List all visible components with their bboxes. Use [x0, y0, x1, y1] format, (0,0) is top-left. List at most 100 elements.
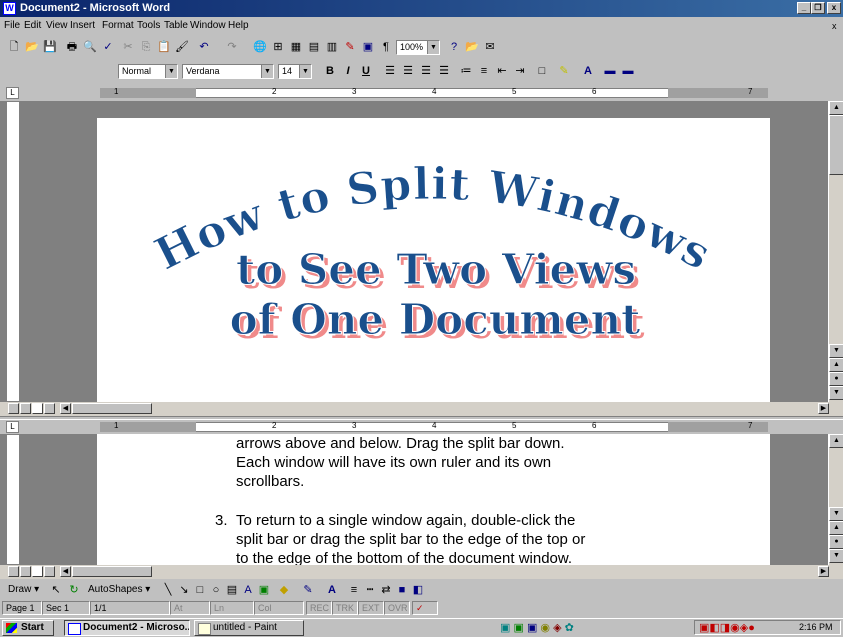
document-page-top[interactable]: How to Split Windows How to Split Window…: [97, 118, 770, 402]
cut-icon[interactable]: ✂: [120, 39, 136, 55]
menu-insert[interactable]: Insert: [70, 20, 95, 31]
scroll-right-icon[interactable]: ▶: [818, 566, 829, 577]
free-rotate-icon[interactable]: ↻: [66, 582, 82, 598]
horizontal-scrollbar-top[interactable]: ◀ ▶: [0, 402, 843, 416]
line-color-icon[interactable]: ✎: [300, 582, 316, 598]
scroll-right-icon[interactable]: ▶: [818, 403, 829, 414]
horizontal-thumb[interactable]: [72, 566, 152, 577]
menu-file[interactable]: File: [4, 20, 20, 31]
close-button[interactable]: x: [827, 2, 841, 14]
decrease-indent-icon[interactable]: ⇤: [494, 63, 510, 79]
print-layout-button[interactable]: [32, 403, 43, 414]
paste-icon[interactable]: 📋: [156, 39, 172, 55]
tab-selector-icon[interactable]: L: [6, 421, 19, 433]
undo-icon[interactable]: ↶: [196, 39, 212, 55]
normal-view-button[interactable]: [8, 403, 19, 414]
fill-color-icon[interactable]: ◆: [276, 582, 292, 598]
hyperlink-icon[interactable]: 🌐: [252, 39, 268, 55]
quick-launch-icon[interactable]: ▣: [500, 622, 510, 634]
align-center-icon[interactable]: ☰: [400, 63, 416, 79]
spelling-status-icon[interactable]: ✓: [412, 601, 438, 615]
horizontal-ruler-bottom[interactable]: L 1 2 3 4 5 6 7: [0, 420, 843, 434]
web-layout-button[interactable]: [20, 566, 31, 577]
wordart-icon[interactable]: A: [240, 582, 256, 598]
document-page-bottom[interactable]: arrows above and below. Drag the split b…: [97, 434, 770, 565]
vertical-scrollbar-bottom[interactable]: ▲ ▼ ▲ ● ▼: [828, 434, 843, 565]
oval-icon[interactable]: ○: [208, 582, 224, 598]
3d-icon[interactable]: ◧: [410, 582, 426, 598]
restore-button[interactable]: ❐: [811, 2, 825, 14]
print-layout-button[interactable]: [32, 566, 43, 577]
font-color-icon[interactable]: A: [580, 63, 596, 79]
menu-table[interactable]: Table: [164, 20, 188, 31]
scroll-up-icon[interactable]: ▲: [829, 434, 843, 448]
horizontal-scrollbar-bottom[interactable]: ◀ ▶: [0, 565, 843, 579]
zoom-select[interactable]: 100% ▼: [396, 40, 440, 55]
justify-icon[interactable]: ☰: [436, 63, 452, 79]
menu-window[interactable]: Window: [190, 20, 226, 31]
select-browse-object-icon[interactable]: ●: [829, 372, 843, 386]
arrow-icon[interactable]: ↘: [176, 582, 192, 598]
previous-page-icon[interactable]: ▲: [829, 358, 843, 372]
tables-borders-icon[interactable]: ⊞: [270, 39, 286, 55]
doc-close-icon[interactable]: x: [832, 21, 837, 31]
style-select[interactable]: Normal ▼: [118, 64, 178, 79]
columns-icon[interactable]: ▥: [324, 39, 340, 55]
highlight-icon[interactable]: ✎: [556, 63, 572, 79]
arrow-style-icon[interactable]: ⇄: [378, 582, 394, 598]
spelling-icon[interactable]: ✓: [100, 39, 116, 55]
horizontal-ruler-top[interactable]: L 1 2 3 4 5 6 7: [0, 86, 843, 100]
open-folder-icon[interactable]: 📂: [24, 39, 40, 55]
web-layout-button[interactable]: [20, 403, 31, 414]
numbering-icon[interactable]: ≔: [458, 63, 474, 79]
format-painter-icon[interactable]: 🖌: [174, 39, 190, 55]
tab-selector-icon[interactable]: L: [6, 87, 19, 99]
autoshapes-menu[interactable]: AutoShapes ▾: [88, 584, 150, 595]
scroll-down-icon[interactable]: ▼: [829, 507, 843, 521]
scroll-down-icon[interactable]: ▼: [829, 344, 843, 358]
next-page-icon[interactable]: ▼: [829, 386, 843, 400]
status-rec[interactable]: REC: [306, 601, 332, 615]
outline-view-button[interactable]: [44, 403, 55, 414]
status-ext[interactable]: EXT: [358, 601, 384, 615]
status-ovr[interactable]: OVR: [384, 601, 410, 615]
increase-indent-icon[interactable]: ⇥: [512, 63, 528, 79]
wordart-graphic[interactable]: How to Split Windows How to Split Window…: [97, 118, 770, 402]
toolbar-extra-icon[interactable]: ▬: [620, 63, 636, 79]
help-icon[interactable]: ?: [446, 39, 462, 55]
draw-menu[interactable]: Draw ▾: [8, 584, 39, 595]
menu-format[interactable]: Format: [102, 20, 134, 31]
align-right-icon[interactable]: ☰: [418, 63, 434, 79]
clock[interactable]: 2:16 PM: [799, 622, 833, 632]
normal-view-button[interactable]: [8, 566, 19, 577]
align-left-icon[interactable]: ☰: [382, 63, 398, 79]
toolbar-extra-icon[interactable]: ▬: [602, 63, 618, 79]
vertical-ruler-top[interactable]: [6, 101, 20, 402]
scroll-left-icon[interactable]: ◀: [60, 566, 71, 577]
outline-view-button[interactable]: [44, 566, 55, 577]
document-map-icon[interactable]: ▣: [360, 39, 376, 55]
insert-excel-icon[interactable]: ▤: [306, 39, 322, 55]
tray-icons[interactable]: ▣◧◨◉◈●: [699, 621, 755, 634]
quick-launch-icon[interactable]: ▣: [513, 622, 523, 634]
select-browse-object-icon[interactable]: ●: [829, 535, 843, 549]
scroll-left-icon[interactable]: ◀: [60, 403, 71, 414]
scroll-thumb[interactable]: [829, 115, 843, 175]
menu-tools[interactable]: Tools: [137, 20, 160, 31]
italic-button[interactable]: I: [340, 63, 356, 79]
quick-launch-icon[interactable]: ▣: [527, 622, 537, 634]
status-trk[interactable]: TRK: [332, 601, 358, 615]
scroll-up-icon[interactable]: ▲: [829, 101, 843, 115]
copy-icon[interactable]: ⎘: [138, 39, 154, 55]
show-hide-icon[interactable]: ¶: [378, 39, 394, 55]
quick-launch-icon[interactable]: ◈: [553, 622, 561, 634]
bold-button[interactable]: B: [322, 63, 338, 79]
mail-icon[interactable]: ✉: [482, 39, 498, 55]
drawing-icon[interactable]: ✎: [342, 39, 358, 55]
redo-icon[interactable]: ↷: [224, 39, 240, 55]
quick-launch-icon[interactable]: ◉: [540, 622, 550, 634]
task-paint[interactable]: untitled - Paint: [194, 620, 304, 636]
print-preview-icon[interactable]: 🔍: [82, 39, 98, 55]
start-button[interactable]: Start: [2, 620, 54, 636]
menu-view[interactable]: View: [46, 20, 68, 31]
